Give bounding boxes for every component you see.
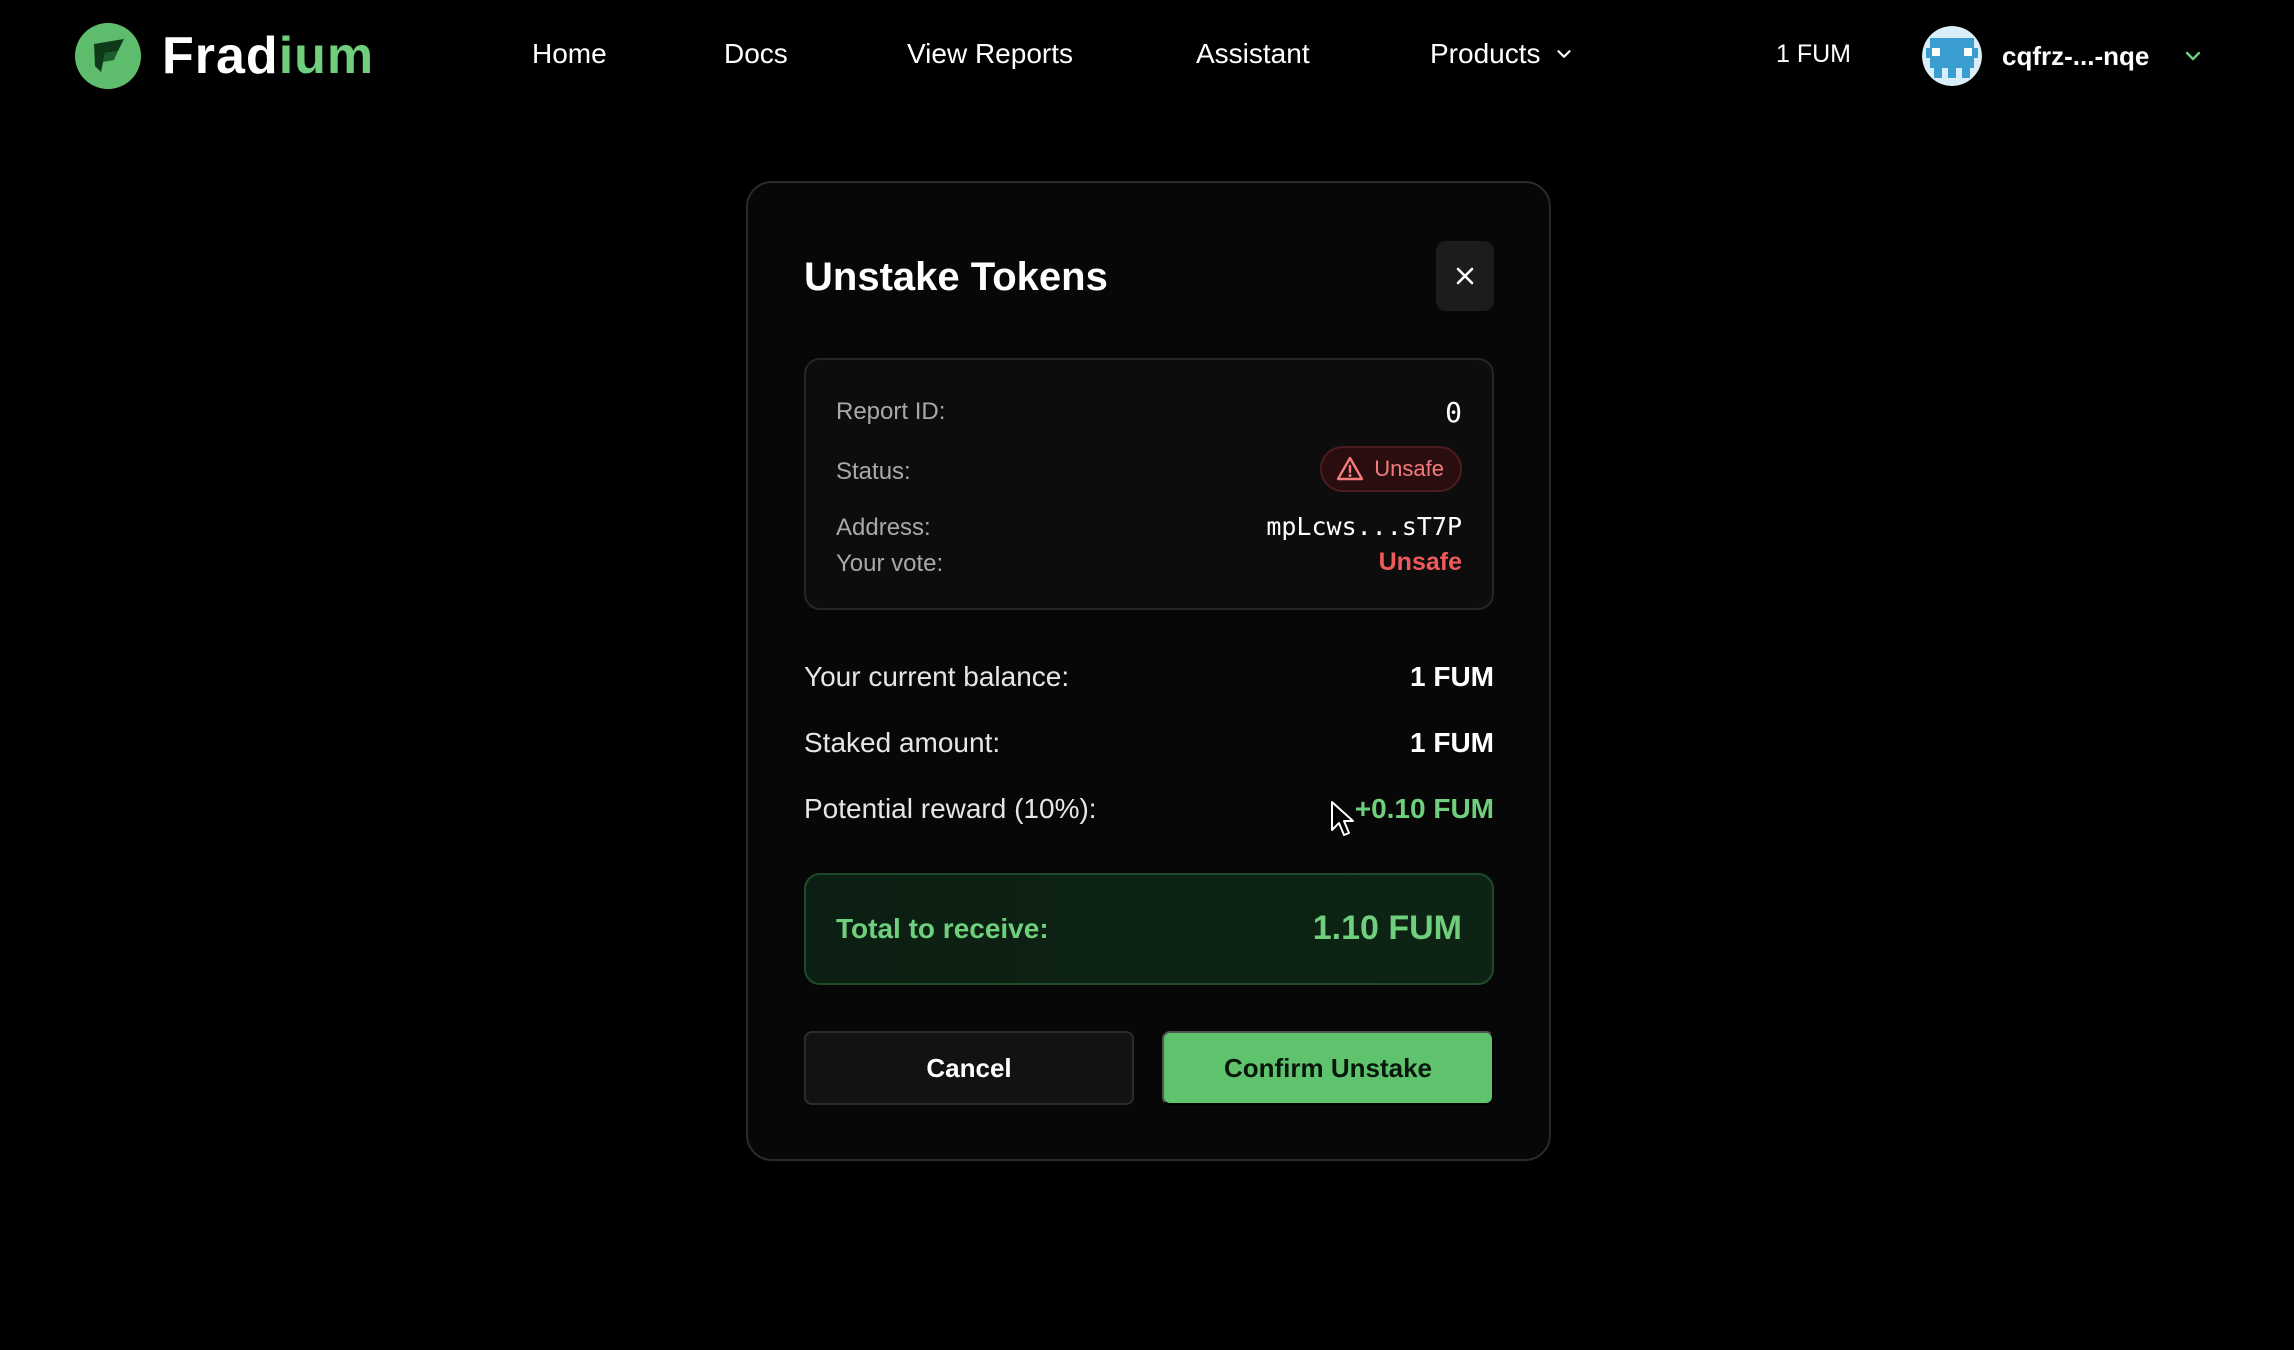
staked-amount-value: 1 FUM	[1410, 727, 1494, 758]
total-to-receive-label: Total to receive:	[836, 913, 1049, 944]
top-navbar: Fradium Home Docs View Reports Assistant…	[0, 0, 2294, 112]
modal-title: Unstake Tokens	[804, 255, 1108, 299]
nav-products-label: Products	[1430, 38, 1541, 69]
wallet-balance: 1 FUM	[1776, 40, 1851, 68]
unstake-modal: Unstake Tokens Report ID: 0 Status: Unsa…	[746, 181, 1551, 1161]
nav-view-reports-link[interactable]: View Reports	[907, 38, 1073, 70]
cancel-button[interactable]: Cancel	[804, 1031, 1134, 1105]
nav-home-link[interactable]: Home	[532, 38, 607, 70]
staked-amount-label: Staked amount:	[804, 727, 1001, 758]
nav-assistant-link[interactable]: Assistant	[1196, 38, 1310, 70]
close-button[interactable]	[1436, 241, 1494, 311]
total-to-receive-value: 1.10 FUM	[1312, 909, 1462, 947]
report-info-card: Report ID: 0 Status: Unsafe Address: mpL…	[804, 358, 1494, 610]
current-balance-label: Your current balance:	[804, 661, 1070, 692]
avatar-icon	[1922, 26, 1982, 86]
chevron-down-icon	[1556, 50, 1571, 58]
status-badge-text: Unsafe	[1374, 456, 1444, 481]
your-vote-value: Unsafe	[1378, 548, 1462, 576]
logo-text: Fradium	[162, 26, 374, 86]
total-to-receive-box: Total to receive: 1.10 FUM	[804, 873, 1494, 985]
warning-triangle-icon	[1337, 456, 1364, 481]
current-balance-row: Your current balance: 1 FUM	[804, 661, 1494, 701]
report-id-label: Report ID:	[836, 398, 946, 425]
staked-amount-row: Staked amount: 1 FUM	[804, 727, 1494, 767]
potential-reward-value: +0.10 FUM	[1354, 793, 1494, 824]
nav-docs-link[interactable]: Docs	[724, 38, 788, 70]
current-balance-value: 1 FUM	[1410, 661, 1494, 692]
status-label: Status:	[836, 458, 911, 485]
potential-reward-label: Potential reward (10%):	[804, 793, 1097, 824]
logo[interactable]: Fradium	[74, 22, 374, 90]
logo-text-main: Frad	[162, 27, 279, 85]
report-id-value: 0	[1445, 396, 1462, 429]
logo-text-accent: ium	[278, 27, 375, 85]
address-value: mpLcws...sT7P	[1266, 512, 1462, 541]
address-label: Address:	[836, 514, 931, 541]
nav-products-dropdown[interactable]: Products	[1430, 38, 1575, 70]
close-icon	[1456, 267, 1474, 285]
account-name: cqfrz-...-nqe	[2002, 40, 2150, 71]
your-vote-label: Your vote:	[836, 550, 944, 577]
cursor-icon	[1331, 801, 1354, 836]
confirm-unstake-button[interactable]: Confirm Unstake	[1162, 1031, 1494, 1105]
account-menu[interactable]: cqfrz-...-nqe	[1922, 26, 2205, 86]
chevron-down-icon	[2186, 51, 2201, 61]
fradium-logo-icon	[75, 23, 141, 89]
status-badge: Unsafe	[1320, 446, 1462, 492]
potential-reward-row: Potential reward (10%): +0.10 FUM	[804, 793, 1494, 833]
